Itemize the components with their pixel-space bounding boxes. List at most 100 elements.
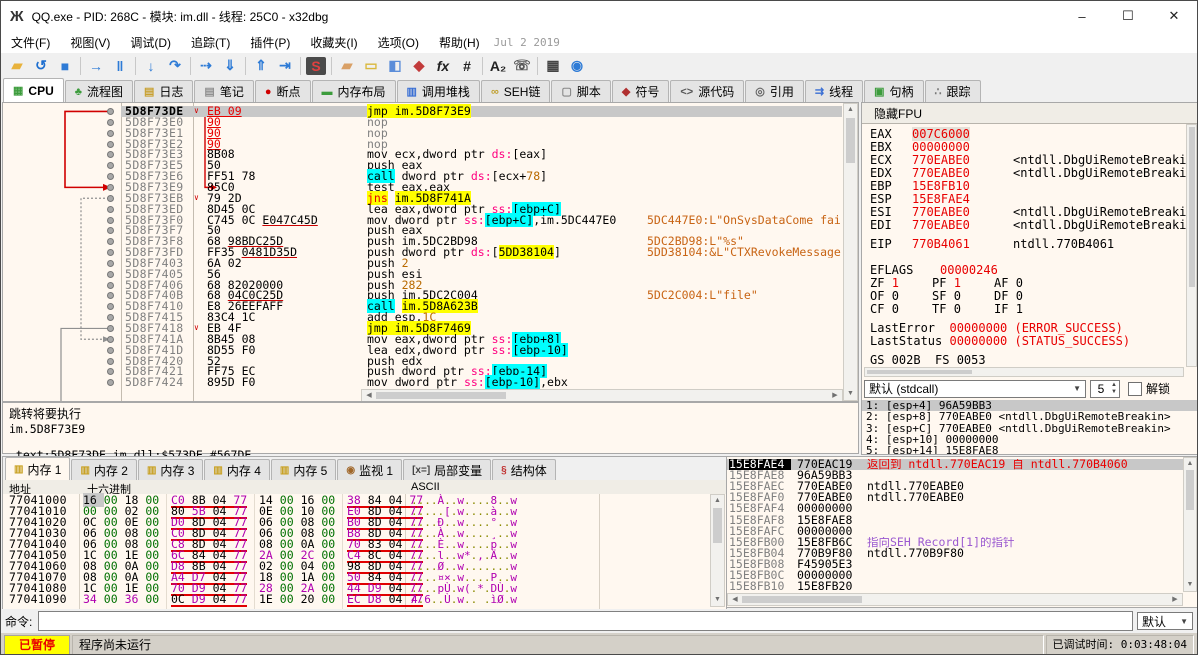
- dump-tab-watch[interactable]: ◉监视 1: [337, 459, 402, 480]
- breakpoint-dot[interactable]: [107, 108, 114, 115]
- pause-icon[interactable]: ‖: [108, 55, 132, 76]
- patches-icon[interactable]: ▰: [335, 55, 359, 76]
- breakpoint-dot[interactable]: [107, 173, 114, 180]
- run-to-user-code-icon[interactable]: ⇥: [273, 55, 297, 76]
- tab-notes[interactable]: ▤笔记: [194, 80, 253, 102]
- stack-row[interactable]: 15E8FB1015E8FB20: [727, 581, 1197, 592]
- breakpoint-dot[interactable]: [107, 184, 114, 191]
- dump-tab-memory[interactable]: ▥内存 3: [138, 459, 203, 480]
- bookmarks-icon[interactable]: ◆: [407, 55, 431, 76]
- breakpoint-dot[interactable]: [107, 347, 114, 354]
- maximize-button[interactable]: ☐: [1105, 1, 1151, 31]
- calling-convention-select[interactable]: 默认 (stdcall) ▼: [864, 380, 1086, 398]
- menu-item-plugins[interactable]: 插件(P): [240, 32, 300, 53]
- breakpoint-dot[interactable]: [107, 379, 114, 386]
- dump-vscrollbar[interactable]: ▲ ▼: [710, 494, 725, 607]
- breakpoint-dot[interactable]: [107, 119, 114, 126]
- attach-icon[interactable]: ☏: [510, 55, 534, 76]
- skip-instruction-icon[interactable]: ⇢: [194, 55, 218, 76]
- disasm-hscrollbar[interactable]: ◀ ▶: [361, 389, 843, 402]
- labels-icon[interactable]: ◧: [383, 55, 407, 76]
- tab-seh[interactable]: ∞SEH链: [481, 80, 551, 102]
- run-icon[interactable]: →: [84, 55, 108, 76]
- tab-callstack[interactable]: ▥调用堆栈: [397, 80, 480, 102]
- tab-references[interactable]: ◎引用: [745, 80, 804, 102]
- dump-tab-memory[interactable]: ▥内存 5: [271, 459, 336, 480]
- menu-item-file[interactable]: 文件(F): [1, 32, 60, 53]
- command-profile-select[interactable]: 默认 ▼: [1137, 612, 1193, 630]
- tab-threads[interactable]: ⇉线程: [805, 80, 863, 102]
- stack-vscrollbar[interactable]: ▲ ▼: [1183, 457, 1197, 592]
- menu-item-options[interactable]: 选项(O): [368, 32, 429, 53]
- step-over-icon[interactable]: ↷: [163, 55, 187, 76]
- internet-icon[interactable]: ◉: [565, 55, 589, 76]
- flag-tf[interactable]: TF 0: [932, 303, 994, 316]
- breakpoint-dot[interactable]: [107, 162, 114, 169]
- dump-row[interactable]: 7704109034 00 36 000C D9 04 771E 00 20 0…: [3, 594, 726, 605]
- register-row-edi[interactable]: EDI770EABE0<ntdll.DbgUiRemoteBreakin>: [870, 219, 970, 232]
- breakpoint-dot[interactable]: [107, 358, 114, 365]
- tab-log[interactable]: ▤日志: [134, 80, 193, 102]
- command-input[interactable]: [38, 611, 1133, 631]
- step-out-icon[interactable]: ⇓: [218, 55, 242, 76]
- tab-breakpoint[interactable]: ●断点: [255, 80, 311, 102]
- breakpoint-dot[interactable]: [107, 227, 114, 234]
- stack-panel[interactable]: 15E8FAE4770EAC19返回到 ntdll.770EAC19 自 ntd…: [726, 456, 1198, 608]
- disasm-row[interactable]: 5D8F7424895D F0mov dword ptr ss:[ebp-10]…: [3, 377, 858, 388]
- dump-tab-memory[interactable]: ▥内存 1: [5, 457, 70, 480]
- menu-item-view[interactable]: 视图(V): [60, 32, 120, 53]
- breakpoint-dot[interactable]: [107, 206, 114, 213]
- tab-graph[interactable]: ♣流程图: [65, 80, 133, 102]
- step-into-icon[interactable]: ↓: [139, 55, 163, 76]
- menu-item-trace[interactable]: 追踪(T): [181, 32, 240, 53]
- stack-hscrollbar[interactable]: ◀ ▶: [727, 593, 1183, 606]
- argument-row[interactable]: 5: [esp+14] 15E8FAE8: [862, 445, 1197, 455]
- tab-chip[interactable]: ▦CPU: [3, 78, 64, 102]
- laststatus-row[interactable]: LastStatus 00000000 (STATUS_SUCCESS): [870, 335, 1130, 348]
- functions-icon[interactable]: fx: [431, 55, 455, 76]
- registers-hscrollbar[interactable]: [864, 367, 1184, 377]
- breakpoint-dot[interactable]: [107, 195, 114, 202]
- breakpoint-dot[interactable]: [107, 368, 114, 375]
- argument-row[interactable]: 2: [esp+8] 770EABE0 <ntdll.DbgUiRemoteBr…: [862, 411, 1197, 422]
- breakpoint-dot[interactable]: [107, 325, 114, 332]
- disassembly-panel[interactable]: 5D8F73DE∨EB 09jmp im.5D8F73E95D8F73E090n…: [2, 102, 859, 402]
- breakpoint-dot[interactable]: [107, 141, 114, 148]
- strings-icon[interactable]: A₂: [486, 55, 510, 76]
- calculator-icon[interactable]: ▦: [541, 55, 565, 76]
- ordinals-icon[interactable]: #: [455, 55, 479, 76]
- tab-source[interactable]: <>源代码: [670, 80, 744, 102]
- breakpoint-dot[interactable]: [107, 292, 114, 299]
- breakpoint-dot[interactable]: [107, 303, 114, 310]
- tab-symbols[interactable]: ◆符号: [612, 80, 669, 102]
- tab-trace[interactable]: ∴跟踪: [925, 80, 981, 102]
- breakpoint-dot[interactable]: [107, 314, 114, 321]
- dump-tab-memory[interactable]: ▥内存 2: [71, 459, 136, 480]
- registers-vscrollbar[interactable]: [1186, 124, 1197, 367]
- disasm-vscrollbar[interactable]: ▲ ▼: [843, 103, 858, 401]
- breakpoint-dot[interactable]: [107, 217, 114, 224]
- close-button[interactable]: ✕: [1151, 1, 1197, 31]
- flag-cf[interactable]: CF 0: [870, 303, 932, 316]
- breakpoint-dot[interactable]: [107, 249, 114, 256]
- dump-body[interactable]: 7704100016 00 18 00C0 8B 04 7714 00 16 0…: [3, 494, 726, 609]
- dump-tab-locals[interactable]: [x=]局部变量: [403, 459, 491, 480]
- execute-till-return-icon[interactable]: ⇑: [249, 55, 273, 76]
- breakpoint-dot[interactable]: [107, 336, 114, 343]
- restart-icon[interactable]: ↺: [29, 55, 53, 76]
- menu-item-favourites[interactable]: 收藏夹(I): [300, 32, 367, 53]
- breakpoint-dot[interactable]: [107, 282, 114, 289]
- breakpoint-dot[interactable]: [107, 130, 114, 137]
- register-row-eip[interactable]: EIP770B4061ntdll.770B4061: [870, 238, 970, 251]
- tab-memmap[interactable]: ▬内存布局: [312, 80, 396, 102]
- settings-s-icon[interactable]: S: [306, 57, 326, 75]
- flags-row[interactable]: CF 0TF 0IF 1: [870, 303, 1056, 316]
- dump-tab-struct[interactable]: §结构体: [492, 459, 556, 480]
- dump-tab-memory[interactable]: ▥内存 4: [204, 459, 269, 480]
- minimize-button[interactable]: –: [1059, 1, 1105, 31]
- flag-if[interactable]: IF 1: [994, 303, 1056, 316]
- comments-icon[interactable]: ▭: [359, 55, 383, 76]
- open-file-icon[interactable]: ▰: [5, 55, 29, 76]
- tab-script[interactable]: ▢脚本: [551, 80, 610, 102]
- segment-registers-row[interactable]: GS 002B FS 0053: [870, 354, 986, 367]
